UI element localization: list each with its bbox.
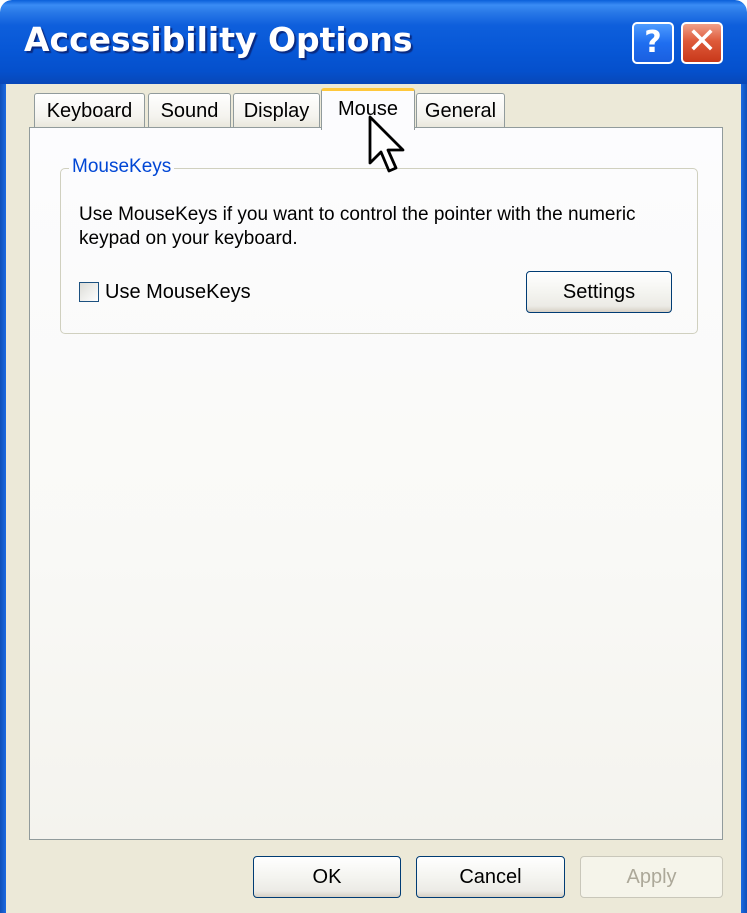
question-mark-icon: ? bbox=[644, 25, 662, 60]
tab-display[interactable]: Display bbox=[233, 93, 320, 127]
close-icon: ✕ bbox=[686, 21, 718, 62]
mousekeys-group-title: MouseKeys bbox=[69, 155, 175, 179]
cancel-button[interactable]: Cancel bbox=[416, 856, 565, 898]
ok-button[interactable]: OK bbox=[253, 856, 401, 898]
tab-keyboard[interactable]: Keyboard bbox=[34, 93, 145, 127]
title-bar[interactable]: Accessibility Options ? ✕ bbox=[0, 0, 747, 84]
tab-mouse[interactable]: Mouse bbox=[321, 88, 415, 130]
tab-general[interactable]: General bbox=[416, 93, 505, 127]
window-title: Accessibility Options bbox=[24, 20, 413, 59]
tab-page-mouse: MouseKeys Use MouseKeys if you want to c… bbox=[29, 127, 723, 840]
apply-button[interactable]: Apply bbox=[580, 856, 723, 898]
settings-button[interactable]: Settings bbox=[526, 271, 672, 313]
tab-sound[interactable]: Sound bbox=[148, 93, 231, 127]
use-mousekeys-checkbox-row[interactable]: Use MouseKeys bbox=[79, 280, 251, 304]
use-mousekeys-label[interactable]: Use MouseKeys bbox=[105, 281, 251, 304]
accessibility-options-dialog: Accessibility Options ? ✕ Keyboard Sound… bbox=[0, 0, 747, 913]
mousekeys-description: Use MouseKeys if you want to control the… bbox=[79, 204, 636, 249]
use-mousekeys-checkbox[interactable] bbox=[79, 282, 99, 302]
mousekeys-groupbox: MouseKeys Use MouseKeys if you want to c… bbox=[60, 155, 698, 334]
help-button[interactable]: ? bbox=[632, 22, 674, 64]
close-button[interactable]: ✕ bbox=[681, 22, 723, 64]
window-frame-right bbox=[741, 84, 747, 913]
window-frame-left bbox=[0, 84, 6, 913]
